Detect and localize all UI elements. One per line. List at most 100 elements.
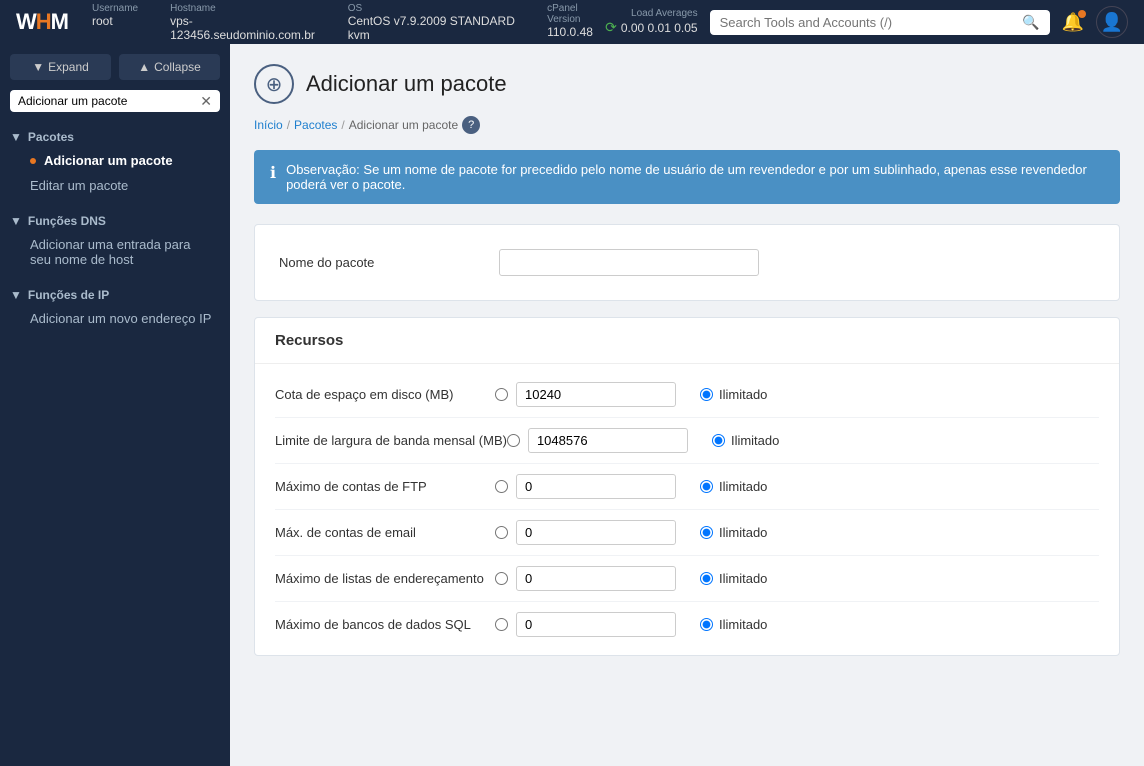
breadcrumb-current: Adicionar um pacote xyxy=(349,118,458,132)
resource-sql-controls: Ilimitado xyxy=(495,612,1099,637)
sidebar: ▼ Expand ▲ Collapse ✕ ▼ Pacotes Adiciona… xyxy=(0,44,230,766)
breadcrumb: Início / Pacotes / Adicionar um pacote ? xyxy=(254,116,1120,134)
sidebar-search-input[interactable] xyxy=(18,94,194,108)
resource-email-unlimited-label[interactable]: Ilimitado xyxy=(719,525,767,540)
load-label: Load Averages xyxy=(631,8,698,19)
resource-sql-radio-unlimited[interactable] xyxy=(700,618,713,631)
os-label: OS xyxy=(348,3,515,14)
sidebar-item-add-ip[interactable]: Adicionar um novo endereço IP xyxy=(10,306,220,331)
hostname-value: vps-123456.seudominio.com.br xyxy=(170,14,316,42)
sidebar-search[interactable]: ✕ xyxy=(10,90,220,112)
sidebar-item-dns-host[interactable]: Adicionar uma entrada para seu nome de h… xyxy=(10,232,220,272)
resource-sql-input[interactable] xyxy=(516,612,676,637)
resource-row-sql: Máximo de bancos de dados SQL Ilimitado xyxy=(275,602,1099,647)
resource-mailing-unlimited-group: Ilimitado xyxy=(700,571,767,586)
resource-email-unlimited-group: Ilimitado xyxy=(700,525,767,540)
cpu-icon: ⟳ xyxy=(605,19,617,36)
sidebar-item-dns-host-label: Adicionar uma entrada para seu nome de h… xyxy=(30,237,212,267)
resource-email-radio-unlimited[interactable] xyxy=(700,526,713,539)
resource-mailing-radio-value-input[interactable] xyxy=(495,572,508,585)
resource-mailing-unlimited-label[interactable]: Ilimitado xyxy=(719,571,767,586)
resource-disk-label: Cota de espaço em disco (MB) xyxy=(275,387,495,402)
breadcrumb-section[interactable]: Pacotes xyxy=(294,118,337,132)
resource-disk-unlimited-label[interactable]: Ilimitado xyxy=(719,387,767,402)
resource-bandwidth-radio-unlimited[interactable] xyxy=(712,434,725,447)
resource-mailing-input[interactable] xyxy=(516,566,676,591)
package-name-label: Nome do pacote xyxy=(279,255,499,270)
page-title: Adicionar um pacote xyxy=(306,71,507,97)
resource-sql-unlimited-group: Ilimitado xyxy=(700,617,767,632)
resource-disk-input[interactable] xyxy=(516,382,676,407)
user-menu-button[interactable]: 👤 xyxy=(1096,6,1128,38)
sidebar-item-editar-pacote-label: Editar um pacote xyxy=(30,178,128,193)
resources-body: Cota de espaço em disco (MB) Ilimitado xyxy=(255,364,1119,655)
sidebar-section-ip-label: Funções de IP xyxy=(28,288,109,302)
resource-email-input[interactable] xyxy=(516,520,676,545)
sidebar-section-pacotes-header[interactable]: ▼ Pacotes xyxy=(10,126,220,148)
resource-email-radio-value xyxy=(495,526,508,539)
resource-disk-radio-value xyxy=(495,388,508,401)
sidebar-toolbar: ▼ Expand ▲ Collapse xyxy=(0,44,230,90)
sidebar-search-clear-button[interactable]: ✕ xyxy=(200,94,212,108)
page-icon: ⊕ xyxy=(254,64,294,104)
resource-bandwidth-label: Limite de largura de banda mensal (MB) xyxy=(275,433,507,448)
sidebar-item-editar-pacote[interactable]: Editar um pacote xyxy=(10,173,220,198)
resource-ftp-radio-value xyxy=(495,480,508,493)
resource-email-label: Máx. de contas de email xyxy=(275,525,495,540)
hostname-label: Hostname xyxy=(170,3,316,14)
resource-ftp-unlimited-label[interactable]: Ilimitado xyxy=(719,479,767,494)
collapse-button[interactable]: ▲ Collapse xyxy=(119,54,220,80)
resource-ftp-radio-value-input[interactable] xyxy=(495,480,508,493)
notifications-button[interactable]: 🔔 xyxy=(1062,12,1084,33)
search-input[interactable] xyxy=(720,15,1017,30)
resource-sql-unlimited-label[interactable]: Ilimitado xyxy=(719,617,767,632)
resource-bandwidth-input[interactable] xyxy=(528,428,688,453)
expand-icon: ▼ xyxy=(32,60,44,74)
search-button[interactable]: 🔍 xyxy=(1022,14,1039,31)
resource-bandwidth-radio-value xyxy=(507,434,520,447)
sidebar-section-pacotes: ▼ Pacotes Adicionar um pacote Editar um … xyxy=(0,120,230,204)
help-icon[interactable]: ? xyxy=(462,116,480,134)
package-name-input[interactable] xyxy=(499,249,759,276)
resource-sql-label: Máximo de bancos de dados SQL xyxy=(275,617,495,632)
resource-bandwidth-radio-value-input[interactable] xyxy=(507,434,520,447)
top-bar: WHM Username root Hostname vps-123456.se… xyxy=(0,0,1144,44)
resource-ftp-input[interactable] xyxy=(516,474,676,499)
expand-button[interactable]: ▼ Expand xyxy=(10,54,111,80)
resource-mailing-radio-unlimited[interactable] xyxy=(700,572,713,585)
resource-disk-radio-unlimited[interactable] xyxy=(700,388,713,401)
search-bar[interactable]: 🔍 xyxy=(710,10,1050,35)
sidebar-section-dns-label: Funções DNS xyxy=(28,214,106,228)
info-banner: ℹ Observação: Se um nome de pacote for p… xyxy=(254,150,1120,204)
sidebar-section-pacotes-label: Pacotes xyxy=(28,130,74,144)
resource-disk-radio-value-input[interactable] xyxy=(495,388,508,401)
load-values: ⟳ 0.00 0.01 0.05 xyxy=(605,19,697,36)
os-value: CentOS v7.9.2009 STANDARD kvm xyxy=(348,14,515,42)
resource-bandwidth-unlimited-group: Ilimitado xyxy=(712,433,779,448)
main-content: ⊕ Adicionar um pacote Início / Pacotes /… xyxy=(230,44,1144,766)
whm-logo: WHM xyxy=(16,9,68,35)
resource-ftp-controls: Ilimitado xyxy=(495,474,1099,499)
username-info: Username root xyxy=(92,3,138,42)
sidebar-item-adicionar-pacote[interactable]: Adicionar um pacote xyxy=(10,148,220,173)
breadcrumb-sep-1: / xyxy=(287,118,290,132)
resources-card: Recursos Cota de espaço em disco (MB) Il… xyxy=(254,317,1120,656)
package-name-row: Nome do pacote xyxy=(279,249,1095,276)
page-header: ⊕ Adicionar um pacote xyxy=(254,64,1120,104)
resource-sql-radio-value-input[interactable] xyxy=(495,618,508,631)
resource-email-radio-value-input[interactable] xyxy=(495,526,508,539)
package-name-card: Nome do pacote xyxy=(254,224,1120,301)
active-dot-icon xyxy=(30,158,36,164)
sidebar-section-dns-header[interactable]: ▼ Funções DNS xyxy=(10,210,220,232)
resource-bandwidth-unlimited-label[interactable]: Ilimitado xyxy=(731,433,779,448)
breadcrumb-home[interactable]: Início xyxy=(254,118,283,132)
chevron-down-icon-dns: ▼ xyxy=(10,214,22,228)
resource-sql-radio-value xyxy=(495,618,508,631)
info-circle-icon: ℹ xyxy=(270,163,276,183)
resource-mailing-radio-value xyxy=(495,572,508,585)
sidebar-section-ip-header[interactable]: ▼ Funções de IP xyxy=(10,284,220,306)
resource-ftp-radio-unlimited[interactable] xyxy=(700,480,713,493)
resource-mailing-label: Máximo de listas de endereçamento xyxy=(275,571,495,586)
username-value: root xyxy=(92,14,138,28)
resource-bandwidth-controls: Ilimitado xyxy=(507,428,1099,453)
